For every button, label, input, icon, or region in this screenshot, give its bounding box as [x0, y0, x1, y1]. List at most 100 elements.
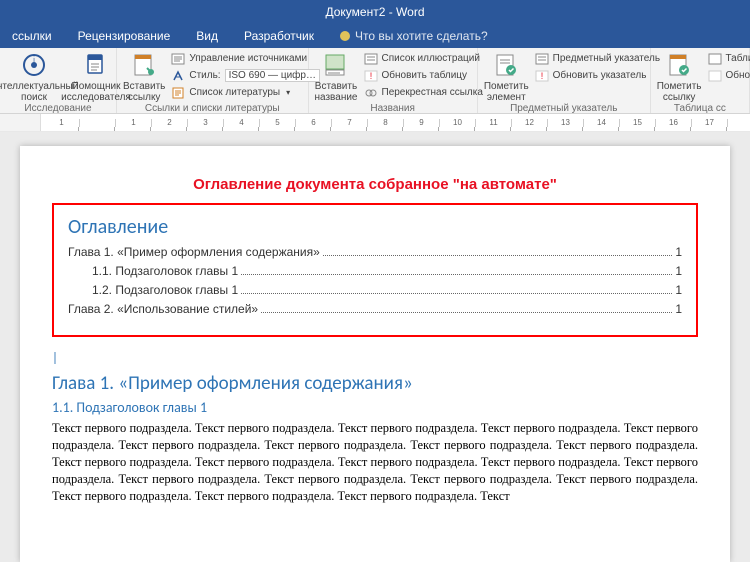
toc-highlight-box: Оглавление Глава 1. «Пример оформления с…: [52, 203, 698, 337]
ruler-tick: 8: [368, 119, 404, 127]
mark-entry-icon: [492, 51, 520, 79]
insert-caption-label: Вставить название: [315, 81, 358, 103]
researcher-button[interactable]: Помощник исследователя: [68, 51, 124, 103]
group-captions: Вставить название Список иллюстраций ! О…: [309, 48, 478, 113]
lightbulb-icon: [340, 31, 350, 41]
mark-entry-button[interactable]: Пометить элемент: [484, 51, 529, 103]
ruler-tick: 6: [296, 119, 332, 127]
update-icon: !: [364, 69, 378, 83]
ruler-tick: 1: [44, 119, 80, 127]
cross-reference-button[interactable]: Перекрестная ссылка: [364, 85, 483, 100]
ruler-tick: 3: [188, 119, 224, 127]
toc-item-text: 1.2. Подзаголовок главы 1: [92, 283, 238, 297]
group-research: i Интеллектуальный поиск Помощник исслед…: [0, 48, 117, 113]
toc-item-page: 1: [675, 245, 682, 259]
horizontal-ruler[interactable]: 1 1 2 3 4 5 6 7 8 9 10 11 12 13 14 15 16…: [0, 114, 750, 132]
update-toa-button[interactable]: Обно: [708, 68, 750, 83]
bibliography-button[interactable]: Список литературы▾: [171, 85, 320, 100]
text-cursor: |: [52, 351, 698, 366]
ruler-tick: 7: [332, 119, 368, 127]
bibliography-label: Список литературы: [189, 87, 280, 98]
toc-item[interactable]: Глава 2. «Использование стилей» 1: [68, 302, 682, 316]
insert-citation-label: Вставить ссылку: [123, 81, 165, 103]
ruler-tick: [80, 119, 116, 127]
group-captions-title: Названия: [315, 103, 471, 114]
toc-item[interactable]: 1.1. Подзаголовок главы 1 1: [68, 264, 682, 278]
ruler-tick: 10: [440, 119, 476, 127]
document-area[interactable]: Оглавление документа собранное "на автом…: [0, 132, 750, 562]
heading-2[interactable]: 1.1. Подзаголовок главы 1: [52, 399, 698, 416]
toc-heading: Оглавление: [68, 215, 682, 239]
toc-item-page: 1: [675, 283, 682, 297]
insert-toa-button[interactable]: Табли: [708, 51, 750, 66]
insert-caption-button[interactable]: Вставить название: [315, 51, 358, 103]
style-label: Стиль:: [189, 70, 220, 81]
ribbon: i Интеллектуальный поиск Помощник исслед…: [0, 48, 750, 114]
svg-text:!: !: [369, 71, 372, 81]
page[interactable]: Оглавление документа собранное "на автом…: [20, 146, 730, 562]
cross-ref-label: Перекрестная ссылка: [382, 87, 483, 98]
smart-lookup-button[interactable]: i Интеллектуальный поиск: [6, 51, 62, 103]
titlebar-text: Документ2 - Word: [325, 5, 424, 19]
cross-ref-icon: [364, 86, 378, 100]
table-of-figures-label: Список иллюстраций: [382, 53, 480, 64]
tab-review[interactable]: Рецензирование: [72, 25, 177, 47]
smart-lookup-icon: i: [20, 51, 48, 79]
bibliography-icon: [171, 86, 185, 100]
toc-item-text: 1.1. Подзаголовок главы 1: [92, 264, 238, 278]
ruler-tick: 17: [692, 119, 728, 127]
ruler-tick: 5: [260, 119, 296, 127]
ruler-tick: 11: [476, 119, 512, 127]
insert-index-button[interactable]: Предметный указатель: [535, 51, 660, 66]
insert-toa-label: Табли: [726, 53, 750, 64]
insert-index-label: Предметный указатель: [553, 53, 660, 64]
heading-1[interactable]: Глава 1. «Пример оформления содержания»: [52, 372, 698, 395]
update-figures-button[interactable]: ! Обновить таблицу: [364, 68, 483, 83]
toc-item[interactable]: 1.2. Подзаголовок главы 1 1: [68, 283, 682, 297]
toc-leader-dots: [241, 264, 672, 275]
tab-links[interactable]: ссылки: [6, 25, 58, 47]
style-icon: [171, 69, 185, 83]
table-of-figures-icon: [364, 52, 378, 66]
mark-citation-label: Пометить ссылку: [657, 81, 702, 103]
toc-item-page: 1: [675, 264, 682, 278]
toc-leader-dots: [323, 245, 673, 256]
ribbon-tabs: ссылки Рецензирование Вид Разработчик Чт…: [0, 24, 750, 48]
manage-sources-button[interactable]: Управление источниками: [171, 51, 320, 66]
update-index-icon: !: [535, 69, 549, 83]
toc-item-text: Глава 2. «Использование стилей»: [68, 302, 258, 316]
ruler-tick: 15: [620, 119, 656, 127]
researcher-icon: [82, 51, 110, 79]
ruler-tick: 4: [224, 119, 260, 127]
tab-developer[interactable]: Разработчик: [238, 25, 320, 47]
ruler-tick: 14: [584, 119, 620, 127]
ruler-tick: 9: [404, 119, 440, 127]
update-figures-label: Обновить таблицу: [382, 70, 468, 81]
citation-style-dropdown[interactable]: Стиль: ISO 690 — цифр…: [171, 68, 320, 83]
ruler-tick: 2: [152, 119, 188, 127]
tell-me-label: Что вы хотите сделать?: [355, 29, 488, 43]
manage-sources-icon: [171, 52, 185, 66]
update-index-button[interactable]: ! Обновить указатель: [535, 68, 660, 83]
insert-caption-icon: [322, 51, 350, 79]
ruler-tick: 1: [116, 119, 152, 127]
insert-toa-icon: [708, 52, 722, 66]
toc-item[interactable]: Глава 1. «Пример оформления содержания» …: [68, 245, 682, 259]
tell-me-search[interactable]: Что вы хотите сделать?: [334, 25, 494, 47]
manage-sources-label: Управление источниками: [189, 53, 307, 64]
group-authorities-title: Таблица сс: [657, 103, 743, 114]
insert-citation-button[interactable]: Вставить ссылку: [123, 51, 165, 103]
tab-view[interactable]: Вид: [190, 25, 224, 47]
toc-leader-dots: [261, 302, 672, 313]
mark-citation-icon: [665, 51, 693, 79]
ruler-tick: 12: [512, 119, 548, 127]
doc-red-title: Оглавление документа собранное "на автом…: [52, 176, 698, 193]
table-of-figures-button[interactable]: Список иллюстраций: [364, 51, 483, 66]
group-index: Пометить элемент Предметный указатель ! …: [478, 48, 651, 113]
mark-citation-button[interactable]: Пометить ссылку: [657, 51, 702, 103]
body-paragraph[interactable]: Текст первого подраздела. Текст первого …: [52, 420, 698, 504]
insert-citation-icon: [130, 51, 158, 79]
toc-leader-dots: [241, 283, 672, 294]
update-toa-label: Обно: [726, 70, 750, 81]
group-citations: Вставить ссылку Управление источниками С…: [117, 48, 309, 113]
